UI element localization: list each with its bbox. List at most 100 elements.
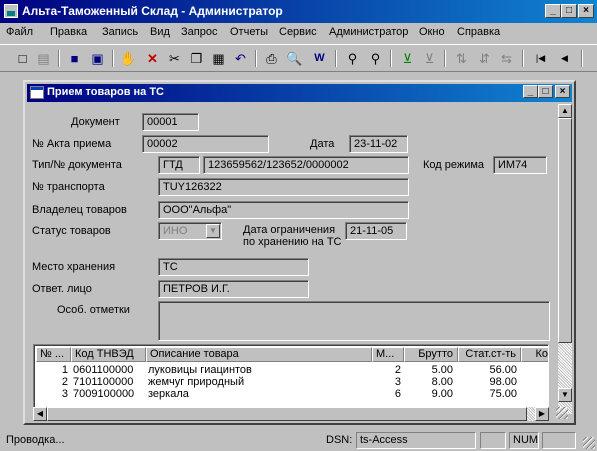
menu-query[interactable]: Запрос <box>181 26 217 38</box>
receive-goods-window: Прием товаров на ТС _ □ × Документ 00001… <box>23 80 576 425</box>
date-field[interactable]: 23-11-02 <box>349 135 408 153</box>
num-lock-indicator: NUM <box>509 432 539 449</box>
menu-record[interactable]: Запись <box>102 26 138 38</box>
menu-reports[interactable]: Отчеты <box>230 26 268 38</box>
chevron-down-icon[interactable]: ▼ <box>206 224 220 238</box>
table-hscroll-thumb[interactable] <box>47 407 527 421</box>
close-button[interactable]: × <box>578 4 594 18</box>
find-next-icon[interactable]: ⚲ <box>366 49 385 68</box>
sort-desc-icon[interactable]: ⇵ <box>475 49 494 68</box>
row-code: 7101100000 <box>73 376 134 388</box>
menu-file[interactable]: Файл <box>6 26 33 38</box>
doc-type-field[interactable]: ГТД <box>158 156 200 174</box>
menu-edit[interactable]: Правка <box>50 26 87 38</box>
act-field[interactable]: 00002 <box>142 135 269 153</box>
delete-icon[interactable]: ✕ <box>143 49 162 68</box>
document-field[interactable]: 00001 <box>142 113 199 131</box>
act-label: № Акта приема <box>32 138 112 150</box>
maximize-button[interactable]: □ <box>561 4 577 18</box>
app-title-bar[interactable]: Альта-Таможенный Склад - Администратор _… <box>0 0 597 23</box>
col-header-qty[interactable]: Ко <box>521 347 548 362</box>
child-title: Прием товаров на ТС <box>47 86 164 98</box>
doc-type-label: Тип/№ документа <box>32 159 122 171</box>
status-panel-empty <box>480 432 506 449</box>
document-label: Документ <box>71 116 120 128</box>
menu-help[interactable]: Справка <box>457 26 500 38</box>
save-as-icon[interactable]: ▣ <box>88 49 107 68</box>
minimize-button[interactable]: _ <box>545 4 561 18</box>
notes-label: Особ. отметки <box>57 304 130 316</box>
print-preview-icon[interactable]: 🔍 <box>285 49 304 68</box>
storage-field[interactable]: ТС <box>158 258 309 276</box>
limit-date-field[interactable]: 21-11-05 <box>345 222 407 240</box>
date-label: Дата <box>310 138 335 150</box>
row-desc: луковицы гиацинтов <box>148 364 252 376</box>
responsible-field[interactable]: ПЕТРОВ И.Г. <box>158 280 309 298</box>
child-minimize-button[interactable]: _ <box>523 85 538 98</box>
child-close-button[interactable]: × <box>555 85 570 98</box>
toolbar-separator <box>444 50 446 67</box>
col-header-value[interactable]: Стат.ст-ть <box>458 347 521 362</box>
undo-icon[interactable]: ↶ <box>231 49 250 68</box>
first-record-icon[interactable]: |◀ <box>531 49 550 68</box>
word-export-icon[interactable]: W <box>310 49 329 68</box>
col-header-desc[interactable]: Описание товара <box>146 347 372 362</box>
toolbar-separator <box>255 50 257 67</box>
scroll-left-icon[interactable]: ◀ <box>33 407 47 421</box>
responsible-label: Ответ. лицо <box>32 283 92 295</box>
hand-icon[interactable]: ✋ <box>119 49 138 68</box>
copy-doc-icon[interactable]: ▤ <box>34 49 53 68</box>
toolbar-separator <box>581 50 583 67</box>
menu-service[interactable]: Сервис <box>279 26 317 38</box>
col-header-m[interactable]: М... <box>372 347 404 362</box>
child-title-bar[interactable]: Прием товаров на ТС _ □ × <box>27 84 572 102</box>
app-icon[interactable] <box>4 4 18 18</box>
owner-field[interactable]: ООО"Альфа" <box>158 201 409 219</box>
prev-record-icon[interactable]: ◀ <box>555 49 574 68</box>
col-header-num[interactable]: № ... <box>36 347 71 362</box>
dsn-label: DSN: <box>326 434 353 446</box>
scroll-down-icon[interactable]: ▼ <box>558 388 572 402</box>
doc-number-field[interactable]: 123659562/123652/0000002 <box>203 156 409 174</box>
copy-icon[interactable]: ❐ <box>187 49 206 68</box>
resize-grip-icon[interactable] <box>556 407 568 419</box>
mode-field[interactable]: ИМ74 <box>493 156 547 174</box>
menu-view[interactable]: Вид <box>150 26 170 38</box>
scroll-right-icon[interactable]: ▶ <box>535 407 549 421</box>
status-bar: Проводка... DSN: ts-Access NUM <box>0 430 597 451</box>
paste-icon[interactable]: ▦ <box>209 49 228 68</box>
sort-asc-icon[interactable]: ⇅ <box>452 49 471 68</box>
new-icon[interactable]: □ <box>13 49 32 68</box>
col-header-code[interactable]: Код ТНВЭД <box>71 347 146 362</box>
filter-off-icon[interactable]: ⊻ <box>420 49 439 68</box>
transport-field[interactable]: TUY126322 <box>158 178 409 196</box>
col-header-gross[interactable]: Брутто <box>404 347 458 362</box>
filter-icon[interactable]: ⊻ <box>398 49 417 68</box>
row-gross: 5.00 <box>431 364 453 376</box>
form-icon[interactable] <box>30 86 44 99</box>
scroll-up-icon[interactable]: ▲ <box>558 104 572 118</box>
find-icon[interactable]: ⚲ <box>343 49 362 68</box>
row-desc: зеркала <box>148 388 189 400</box>
row-desc: жемчуг природный <box>148 376 245 388</box>
menu-admin[interactable]: Администратор <box>329 26 408 38</box>
status-message: Проводка... <box>6 434 65 446</box>
print-icon[interactable]: ⎙ <box>262 49 281 68</box>
toolbar-separator <box>58 50 60 67</box>
notes-field[interactable] <box>158 301 550 341</box>
toolbar-separator <box>390 50 392 67</box>
cut-icon[interactable]: ✂ <box>165 49 184 68</box>
dsn-value: ts-Access <box>356 432 476 449</box>
toolbar-separator <box>112 50 114 67</box>
menu-window[interactable]: Окно <box>419 26 445 38</box>
row-num: 3 <box>61 388 68 400</box>
transport-label: № транспорта <box>32 181 105 193</box>
window-resize-grip-icon[interactable] <box>583 437 595 449</box>
owner-label: Владелец товаров <box>32 204 127 216</box>
status-panel-scroll <box>542 432 576 449</box>
status-dropdown[interactable]: ИНО ▼ <box>158 222 222 240</box>
save-icon[interactable]: ■ <box>65 49 84 68</box>
child-maximize-button[interactable]: □ <box>538 85 553 98</box>
sort-clear-icon[interactable]: ⇆ <box>497 49 516 68</box>
form-vscroll-thumb[interactable] <box>558 118 572 343</box>
